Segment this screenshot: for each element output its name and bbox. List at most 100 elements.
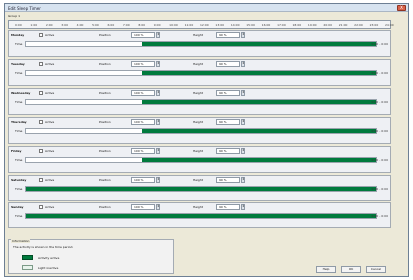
ruler-tick-label: 9:00: [153, 23, 161, 27]
position-stepper[interactable]: 100 %: [131, 90, 155, 96]
activity-bar[interactable]: [141, 129, 376, 133]
position-stepper[interactable]: 100 %: [131, 32, 155, 38]
position-label: Position: [99, 149, 111, 153]
day-row-tuesday: Tuesday Active Position 100 % ↕ Height 90 % ↕ Ti…: [8, 59, 391, 86]
time-range-label: 0:00 - 0:00: [371, 100, 388, 104]
height-spin-button[interactable]: ↕: [241, 61, 245, 67]
position-spin-button[interactable]: ↕: [156, 204, 160, 210]
position-label: Position: [99, 178, 111, 182]
time-label: Time: [15, 100, 23, 104]
day-name: Monday: [11, 33, 25, 37]
position-stepper[interactable]: 100 %: [131, 148, 155, 154]
height-spin-button[interactable]: ↕: [241, 148, 245, 154]
active-checkbox[interactable]: [39, 205, 43, 209]
height-spin-button[interactable]: ↕: [241, 177, 245, 183]
time-track[interactable]: [25, 70, 377, 76]
ruler-tick-label: 3:00: [61, 23, 68, 27]
day-name: Sunday: [11, 205, 24, 209]
height-label: Height: [193, 149, 203, 153]
day-name: Saturday: [11, 178, 27, 182]
help-button[interactable]: Help: [316, 266, 336, 273]
time-track[interactable]: [25, 157, 377, 163]
position-stepper[interactable]: 100 %: [131, 177, 155, 183]
height-stepper[interactable]: 90 %: [216, 177, 240, 183]
ruler-tick-label: 11:00: [184, 23, 194, 27]
ruler-tick-label: 13:00: [215, 23, 225, 27]
information-panel: Information The activity is shown in the…: [8, 239, 174, 274]
position-stepper[interactable]: 100 %: [131, 61, 155, 67]
time-track[interactable]: [25, 99, 377, 105]
time-label: Time: [15, 71, 23, 75]
height-stepper[interactable]: 90 %: [216, 119, 240, 125]
position-spin-button[interactable]: ↕: [156, 148, 160, 154]
ruler-tick-label: 19:00: [307, 23, 317, 27]
time-track[interactable]: [25, 186, 377, 192]
time-ruler: 0:00 1:00 2:00 3:00 4:00 5:00 6:00 7:00 8:00 9:00…: [8, 20, 394, 29]
ruler-tick-label: 2:00: [45, 23, 53, 27]
height-spin-button[interactable]: ↕: [241, 204, 245, 210]
ruler-tick-label: 6:00: [107, 23, 115, 27]
cancel-button[interactable]: Cancel: [366, 266, 386, 273]
ruler-tick-label: 15:00: [246, 23, 255, 27]
day-name: Friday: [11, 149, 22, 153]
activity-bar[interactable]: [141, 158, 376, 162]
height-stepper[interactable]: 90 %: [216, 61, 240, 67]
day-name: Thursday: [11, 120, 27, 124]
active-checkbox[interactable]: [39, 178, 43, 182]
height-stepper[interactable]: 90 %: [216, 204, 240, 210]
time-label: Time: [15, 214, 23, 218]
position-label: Position: [99, 33, 111, 37]
height-label: Height: [193, 120, 203, 124]
height-stepper[interactable]: 90 %: [216, 90, 240, 96]
position-spin-button[interactable]: ↕: [156, 32, 160, 38]
ruler-tick-label: 20:00: [323, 23, 332, 27]
activity-bar[interactable]: [26, 214, 376, 218]
position-spin-button[interactable]: ↕: [156, 119, 160, 125]
time-track[interactable]: [25, 41, 377, 47]
active-label: Active: [45, 91, 55, 95]
group-label: Group 1: [8, 14, 20, 18]
time-range-label: 0:00 - 0:00: [371, 214, 388, 218]
active-label: Active: [45, 62, 55, 66]
ruler-tick-label: 10:00: [169, 23, 178, 27]
ruler-tick-label: 21:00: [338, 23, 348, 27]
height-stepper[interactable]: 90 %: [216, 148, 240, 154]
time-track[interactable]: [25, 213, 377, 219]
ruler-tick-label: 7:00: [122, 23, 130, 27]
active-checkbox[interactable]: [39, 91, 43, 95]
ruler-tick-label: 4:00: [76, 23, 84, 27]
position-stepper[interactable]: 100 %: [131, 119, 155, 125]
activity-bar[interactable]: [26, 187, 376, 191]
height-label: Height: [193, 205, 203, 209]
height-spin-button[interactable]: ↕: [241, 32, 245, 38]
legend-swatch-active: [22, 255, 33, 260]
time-range-label: 0:00 - 0:00: [371, 129, 388, 133]
height-stepper[interactable]: 90 %: [216, 32, 240, 38]
title-bar[interactable]: Edit Sleep Timer X: [5, 4, 408, 12]
height-spin-button[interactable]: ↕: [241, 119, 245, 125]
ruler-tick-label: 22:00: [354, 23, 363, 27]
ok-button[interactable]: OK: [341, 266, 361, 273]
height-spin-button[interactable]: ↕: [241, 90, 245, 96]
active-checkbox[interactable]: [39, 149, 43, 153]
activity-bar[interactable]: [141, 42, 376, 46]
ruler-tick-label: 5:00: [92, 23, 99, 27]
ruler-tick-label: 16:00: [261, 23, 271, 27]
active-checkbox[interactable]: [39, 120, 43, 124]
ruler-tick-label: 0:00: [15, 23, 22, 27]
position-label: Position: [99, 62, 111, 66]
position-spin-button[interactable]: ↕: [156, 61, 160, 67]
activity-bar[interactable]: [141, 100, 376, 104]
close-button[interactable]: X: [397, 5, 406, 11]
ruler-tick-label: 14:00: [230, 23, 240, 27]
time-range-label: 0:00 - 0:00: [371, 42, 388, 46]
active-checkbox[interactable]: [39, 62, 43, 66]
position-spin-button[interactable]: ↕: [156, 177, 160, 183]
position-stepper[interactable]: 100 %: [131, 204, 155, 210]
time-track[interactable]: [25, 128, 377, 134]
active-label: Active: [45, 33, 55, 37]
position-spin-button[interactable]: ↕: [156, 90, 160, 96]
activity-bar[interactable]: [141, 71, 376, 75]
window-title: Edit Sleep Timer: [8, 6, 41, 11]
active-checkbox[interactable]: [39, 33, 43, 37]
